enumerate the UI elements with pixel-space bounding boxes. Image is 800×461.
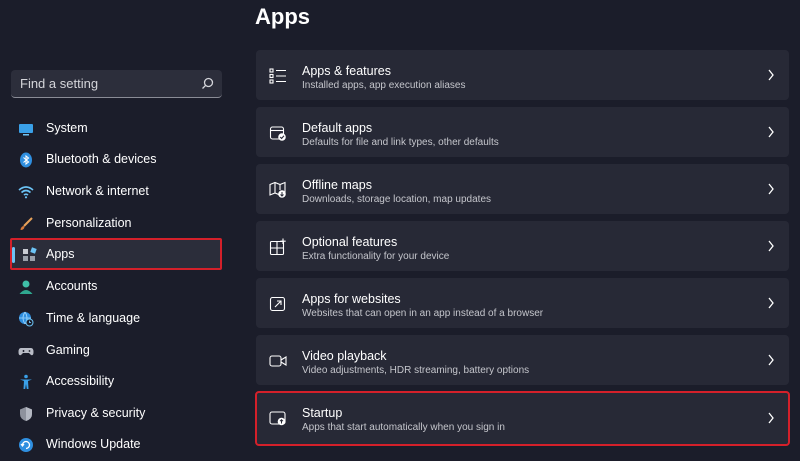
chevron-right-icon — [768, 297, 774, 309]
sidebar-item-label: System — [46, 121, 88, 135]
page-title: Apps — [255, 4, 310, 29]
card-startup[interactable]: Startup Apps that start automatically wh… — [255, 391, 790, 446]
grid-plus-icon — [269, 238, 286, 256]
sidebar-item-label: Network & internet — [46, 184, 149, 198]
sidebar-item-privacy-security[interactable]: Privacy & security — [10, 398, 222, 430]
chevron-right-icon — [768, 126, 774, 138]
sidebar-item-time-language[interactable]: Time & language — [10, 303, 222, 335]
card-subtitle: Defaults for file and link types, other … — [302, 137, 499, 148]
card-title: Offline maps — [302, 178, 372, 192]
brush-icon — [20, 217, 33, 230]
sidebar-item-accounts[interactable]: Accounts — [10, 271, 222, 303]
search-input[interactable]: Find a setting — [20, 76, 98, 91]
sidebar-item-system[interactable]: System — [10, 113, 222, 145]
search-icon[interactable] — [201, 77, 214, 90]
sidebar-item-label: Windows Update — [46, 437, 141, 451]
sidebar-item-label: Personalization — [46, 216, 132, 230]
map-icon — [269, 181, 286, 198]
sidebar-item-bluetooth[interactable]: Bluetooth & devices — [10, 144, 222, 176]
card-subtitle: Extra functionality for your device — [302, 251, 450, 262]
chevron-right-icon — [768, 240, 774, 252]
card-title: Default apps — [302, 121, 373, 135]
sidebar-item-windows-update[interactable]: Windows Update — [10, 429, 222, 461]
sidebar-item-label: Accessibility — [46, 374, 115, 388]
card-apps-for-websites[interactable]: Apps for websites Websites that can open… — [256, 278, 789, 328]
card-subtitle: Downloads, storage location, map updates — [302, 194, 492, 205]
card-subtitle: Video adjustments, HDR streaming, batter… — [302, 365, 530, 376]
card-title: Startup — [302, 406, 343, 420]
bluetooth-icon — [20, 152, 32, 168]
sidebar-item-label: Apps — [46, 247, 75, 261]
startup-icon — [269, 411, 286, 426]
chevron-right-icon — [768, 412, 774, 424]
chevron-right-icon — [768, 183, 774, 195]
card-title: Optional features — [302, 235, 398, 249]
sidebar-item-label: Accounts — [46, 279, 98, 293]
sidebar: Find a setting System Bluetooth & device… — [0, 0, 240, 452]
sidebar-item-accessibility[interactable]: Accessibility — [10, 366, 222, 398]
person-icon — [19, 280, 33, 294]
sidebar-item-label: Privacy & security — [46, 406, 146, 420]
card-subtitle: Websites that can open in an app instead… — [302, 308, 544, 319]
update-icon — [19, 438, 33, 452]
globe-clock-icon — [19, 311, 34, 327]
card-title: Apps & features — [302, 64, 391, 78]
open-link-icon — [269, 296, 286, 312]
card-default-apps[interactable]: Default apps Defaults for file and link … — [256, 107, 789, 157]
card-title: Video playback — [302, 349, 387, 363]
card-optional-features[interactable]: Optional features Extra functionality fo… — [256, 221, 789, 271]
sidebar-item-gaming[interactable]: Gaming — [10, 335, 222, 367]
card-offline-maps[interactable]: Offline maps Downloads, storage location… — [256, 164, 789, 214]
gamepad-icon — [18, 348, 34, 356]
card-video-playback[interactable]: Video playback Video adjustments, HDR st… — [256, 335, 789, 385]
card-subtitle: Apps that start automatically when you s… — [302, 422, 505, 433]
sidebar-item-label: Time & language — [46, 311, 141, 325]
card-title: Apps for websites — [302, 292, 401, 306]
card-subtitle: Installed apps, app execution aliases — [302, 80, 466, 91]
chevron-right-icon — [768, 354, 774, 366]
selected-indicator — [12, 247, 15, 263]
list-icon — [269, 68, 286, 84]
shield-icon — [20, 407, 32, 421]
sidebar-item-personalization[interactable]: Personalization — [10, 208, 222, 240]
chevron-right-icon — [768, 69, 774, 81]
apps-icon — [23, 247, 37, 261]
search-box[interactable]: Find a setting — [11, 70, 222, 98]
sidebar-item-label: Gaming — [46, 343, 90, 357]
default-apps-icon — [269, 126, 286, 141]
sidebar-item-label: Bluetooth & devices — [46, 152, 157, 166]
sidebar-item-apps[interactable]: Apps — [10, 238, 222, 270]
video-icon — [269, 355, 287, 367]
sidebar-item-network[interactable]: Network & internet — [10, 176, 222, 208]
monitor-icon — [19, 124, 33, 136]
wifi-icon — [18, 186, 34, 199]
accessibility-icon — [20, 374, 32, 389]
card-apps-features[interactable]: Apps & features Installed apps, app exec… — [256, 50, 789, 100]
